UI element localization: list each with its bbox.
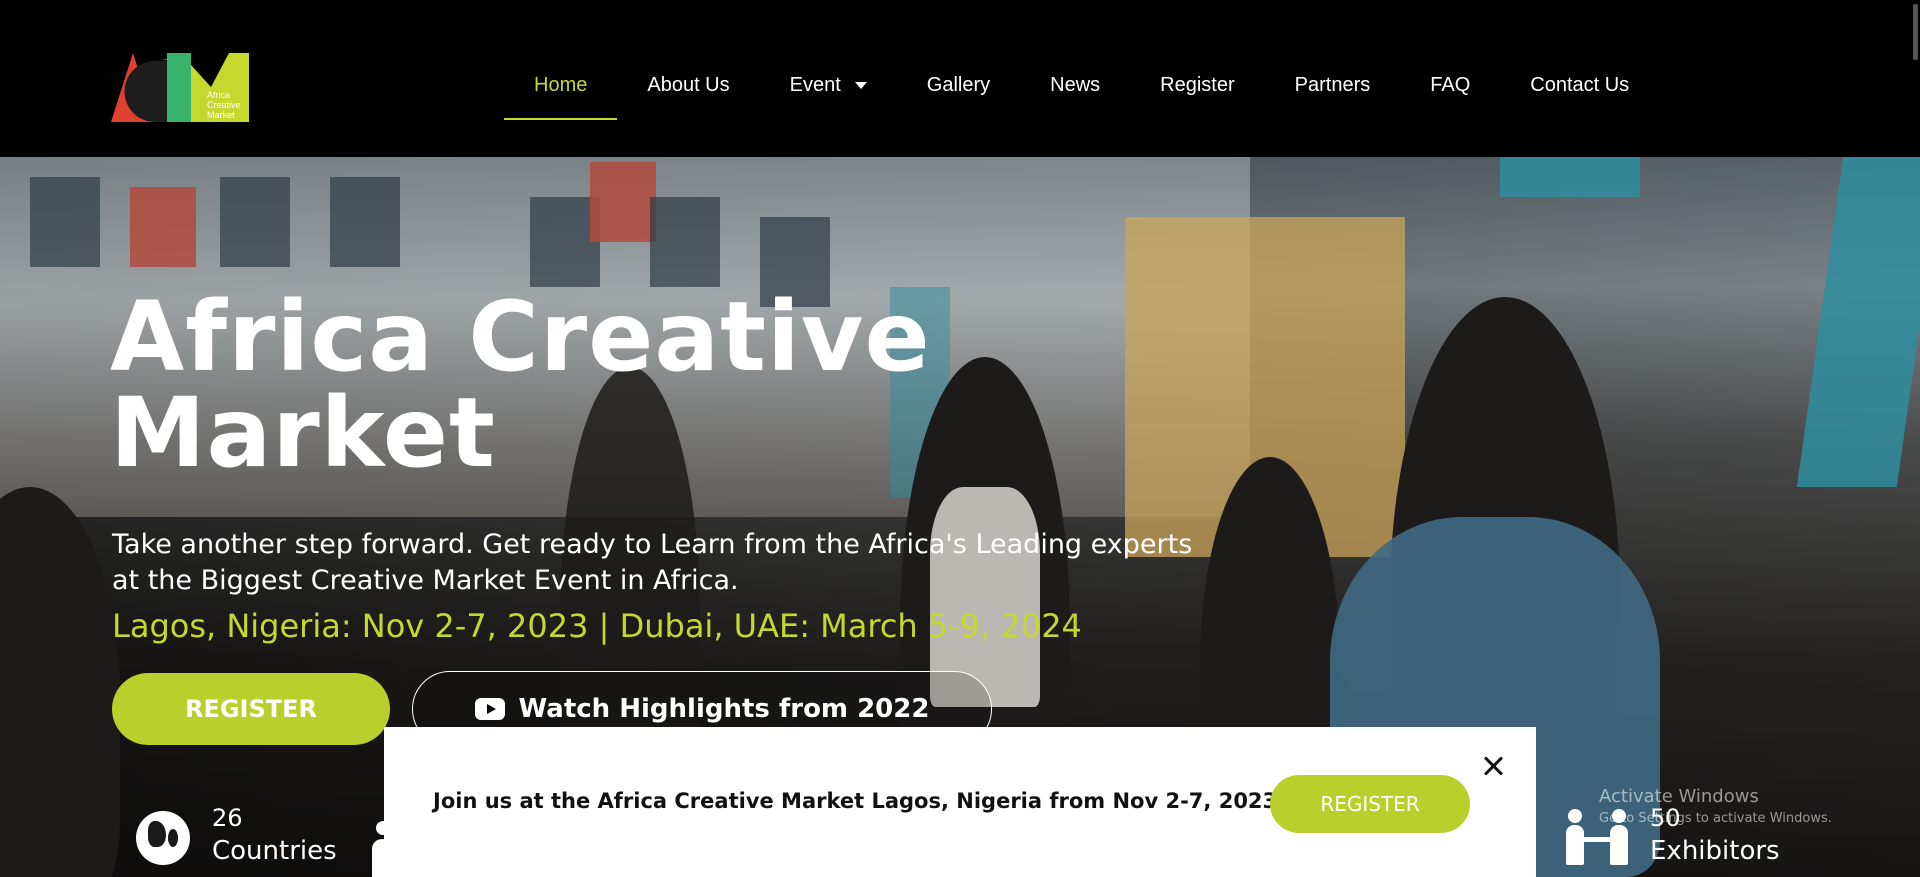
hero-bg-canopy: [1500, 157, 1640, 197]
nav-contact-us-label: Contact Us: [1530, 73, 1630, 96]
nav-about-us-label: About Us: [647, 73, 730, 96]
stat-countries: 26 Countries: [136, 803, 337, 869]
hero-bg-person: [0, 487, 120, 877]
hero-bg-window: [220, 177, 290, 267]
watch-highlights-label: Watch Highlights from 2022: [518, 694, 930, 724]
hero-bg-panel: [590, 162, 656, 242]
hero-subtitle: Take another step forward. Get ready to …: [112, 527, 1212, 599]
nav-partners[interactable]: Partners: [1265, 50, 1401, 120]
logo-text-3: Market: [207, 110, 235, 120]
nav-contact-us[interactable]: Contact Us: [1500, 50, 1659, 120]
nav-home[interactable]: Home: [504, 50, 618, 120]
nav-news-label: News: [1050, 73, 1101, 96]
nav-partners-label: Partners: [1294, 73, 1371, 96]
nav-gallery[interactable]: Gallery: [897, 50, 1020, 120]
hero-title-line-2: Market: [110, 377, 496, 489]
nav-faq[interactable]: FAQ: [1400, 50, 1500, 120]
site-header: Africa Creative Market Home About Us Eve…: [0, 0, 1920, 157]
watermark-line-2: Go to Settings to activate Windows.: [1599, 811, 1832, 826]
hero-bg-panel: [130, 187, 196, 267]
nav-gallery-label: Gallery: [926, 73, 991, 96]
stat-exhibitors-label: Exhibitors: [1650, 836, 1780, 866]
popup-register-label: REGISTER: [1320, 792, 1420, 816]
nav-event[interactable]: Event: [760, 50, 897, 120]
event-popup: Join us at the Africa Creative Market La…: [384, 727, 1536, 877]
globe-icon: [136, 811, 190, 865]
nav-register[interactable]: Register: [1130, 50, 1264, 120]
youtube-icon: [474, 698, 505, 720]
chevron-down-icon: [854, 81, 867, 89]
activate-windows-watermark: Activate Windows Go to Settings to activ…: [1599, 786, 1832, 826]
hero-register-button[interactable]: REGISTER: [112, 673, 390, 745]
logo-text-1: Africa: [207, 90, 230, 100]
nav-home-label: Home: [534, 73, 588, 96]
acm-logo[interactable]: Africa Creative Market: [111, 51, 249, 122]
logo-text-2: Creative: [207, 100, 241, 110]
scrollbar-thumb[interactable]: [1913, 4, 1918, 60]
close-icon[interactable]: [1482, 755, 1504, 777]
hero-title-line-1: Africa Creative: [110, 281, 931, 393]
hero-bg-window: [330, 177, 400, 267]
nav-about-us[interactable]: About Us: [617, 50, 759, 120]
nav-news[interactable]: News: [1020, 50, 1130, 120]
hero-bg-flag: [1796, 157, 1920, 487]
stat-countries-label: Countries: [212, 836, 337, 866]
nav-faq-label: FAQ: [1430, 73, 1471, 96]
popup-message: Join us at the Africa Creative Market La…: [433, 789, 1286, 813]
hero-bg-window: [650, 197, 720, 287]
hero-bg-window: [30, 177, 100, 267]
nav-register-label: Register: [1160, 73, 1235, 96]
main-nav: Home About Us Event Gallery News Registe…: [504, 50, 1659, 120]
hero-subtitle-line-2: at the Biggest Creative Market Event in …: [112, 565, 739, 596]
watermark-line-1: Activate Windows: [1599, 786, 1759, 807]
popup-register-button[interactable]: REGISTER: [1270, 775, 1470, 833]
hero-title: Africa Creative Market: [110, 289, 1010, 481]
nav-event-label: Event: [789, 73, 841, 96]
hero-subtitle-line-1: Take another step forward. Get ready to …: [112, 529, 1193, 560]
hero-register-label: REGISTER: [184, 695, 318, 723]
event-dates: Lagos, Nigeria: Nov 2-7, 2023 | Dubai, U…: [112, 607, 1082, 645]
stat-countries-number: 26: [212, 804, 243, 832]
